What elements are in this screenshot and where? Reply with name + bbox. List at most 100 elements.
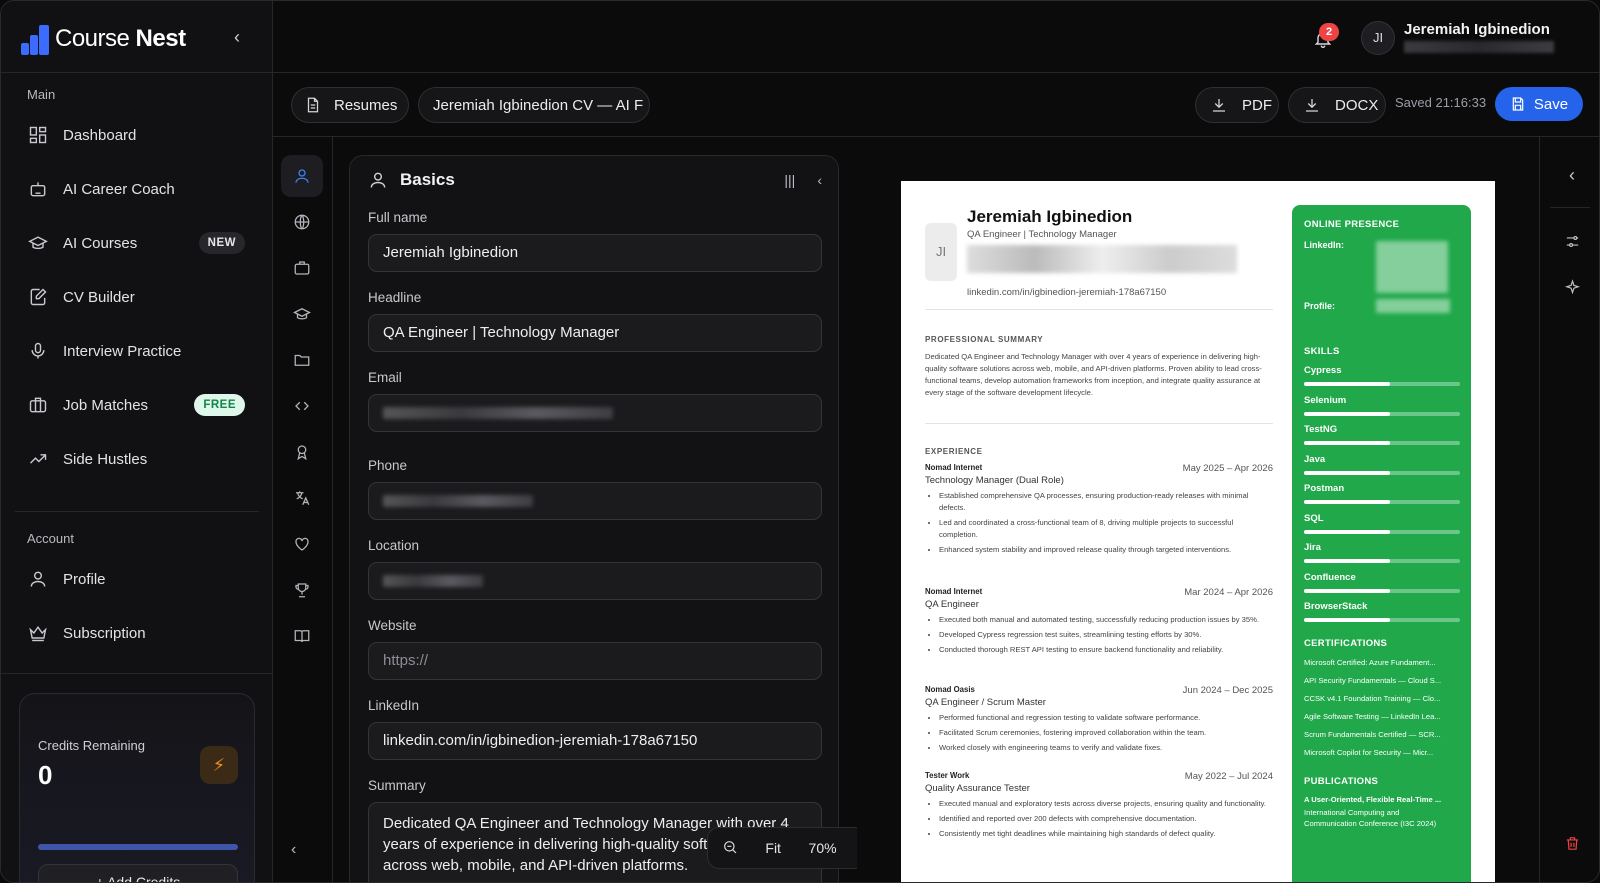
skill-level-bar	[1304, 411, 1460, 416]
panel-title: Basics	[400, 170, 455, 189]
editor-toolbar: Resumes Jeremiah Igbinedion CV — AI F PD…	[273, 73, 1599, 137]
resume-linkedin: linkedin.com/in/igbinedion-jeremiah-178a…	[967, 287, 1167, 298]
user-icon	[27, 568, 49, 590]
redacted-location	[383, 575, 483, 588]
save-button[interactable]: Save	[1495, 87, 1583, 121]
free-badge: FREE	[194, 394, 245, 416]
experience-entry: Nomad Oasis Jun 2024 – Dec 2025 QA Engin…	[925, 685, 1273, 757]
skill-level-fill	[1304, 382, 1390, 386]
rail-basics-button[interactable]	[281, 155, 323, 197]
location-field[interactable]	[368, 562, 822, 600]
rail-education-button[interactable]	[281, 293, 323, 335]
briefcase-icon	[294, 261, 310, 275]
publication-source: International Computing and Communicatio…	[1304, 808, 1437, 828]
rail-certifications-button[interactable]	[281, 431, 323, 473]
skill-level-bar	[1304, 529, 1460, 534]
collapse-panel-icon[interactable]: ‹	[817, 172, 822, 188]
sidebar-item-label: Subscription	[63, 624, 146, 642]
rail-interests-button[interactable]	[281, 523, 323, 565]
credits-card: Credits Remaining 0 ⚡ + Add Credits	[19, 693, 255, 882]
fit-button[interactable]: Fit	[765, 840, 781, 856]
columns-icon[interactable]: |||	[784, 172, 795, 188]
sidebar-item-label: Dashboard	[63, 126, 137, 144]
export-pdf-button[interactable]: PDF	[1195, 87, 1279, 123]
skill-level-bar	[1304, 618, 1460, 622]
phone-field[interactable]	[368, 482, 822, 520]
collapse-preview-button[interactable]: ‹	[1562, 165, 1582, 185]
job-bullet: Executed both manual and automated testi…	[939, 614, 1273, 626]
job-bullet: Performed functional and regression test…	[939, 712, 1273, 724]
sidebar-item-ai-career-coach[interactable]: AI Career Coach	[15, 167, 259, 211]
app-window: Course Nest ‹ Main Dashboard AI Career C…	[0, 0, 1600, 883]
rail-awards-button[interactable]	[281, 569, 323, 611]
collapse-sidebar-button[interactable]: ‹	[227, 27, 247, 47]
sidebar-item-cv-builder[interactable]: CV Builder	[15, 275, 259, 319]
sidebar-item-label: CV Builder	[63, 288, 135, 306]
sidebar-item-dashboard[interactable]: Dashboard	[15, 113, 259, 157]
rail-publications-button[interactable]	[281, 615, 323, 657]
skill-level-fill	[1304, 529, 1390, 534]
top-bar: 2 JI Jeremiah Igbinedion	[273, 1, 1599, 73]
zoom-level: 70%	[808, 840, 837, 856]
sidebar-item-profile[interactable]: Profile	[15, 557, 259, 601]
document-title: Jeremiah Igbinedion CV — AI F	[433, 96, 644, 114]
panel-header: Basics	[368, 170, 455, 190]
pdf-label: PDF	[1242, 96, 1272, 114]
summary-text: Dedicated QA Engineer and Technology Man…	[925, 352, 1262, 397]
full-name-label: Full name	[368, 210, 428, 225]
sidebar: Course Nest ‹ Main Dashboard AI Career C…	[1, 1, 273, 882]
brand-logo[interactable]: Course Nest	[19, 19, 186, 59]
microphone-icon	[27, 340, 49, 362]
rail-languages-button[interactable]	[281, 477, 323, 519]
location-label: Location	[368, 538, 420, 553]
resume-preview-page: JI Jeremiah Igbinedion QA Engineer | Tec…	[901, 181, 1495, 882]
skill-level-bar	[1304, 441, 1460, 445]
skill-item: Jira	[1304, 542, 1460, 563]
folder-icon	[294, 354, 310, 366]
collapse-rail-button[interactable]: ‹	[291, 841, 296, 859]
sidebar-item-side-hustles[interactable]: Side Hustles	[15, 437, 259, 481]
linkedin-field[interactable]: linkedin.com/in/igbinedion-jeremiah-178a…	[368, 722, 822, 760]
rail-skills-button[interactable]	[281, 385, 323, 427]
publications-heading: PUBLICATIONS	[1304, 776, 1379, 787]
skill-level-fill	[1304, 470, 1390, 475]
resumes-button[interactable]: Resumes	[291, 87, 409, 123]
sidebar-item-subscription[interactable]: Subscription	[15, 611, 259, 655]
add-credits-button[interactable]: + Add Credits	[38, 864, 238, 882]
trash-icon[interactable]	[1562, 835, 1582, 855]
user-name[interactable]: Jeremiah Igbinedion	[1404, 21, 1550, 38]
export-docx-button[interactable]: DOCX	[1288, 87, 1386, 123]
email-field[interactable]	[368, 394, 822, 432]
section-rail	[273, 137, 333, 882]
rail-projects-button[interactable]	[281, 339, 323, 381]
website-field[interactable]: https://	[368, 642, 822, 680]
sidebar-item-interview-practice[interactable]: Interview Practice	[15, 329, 259, 373]
translate-icon	[296, 491, 310, 506]
skill-name: TestNG	[1304, 424, 1338, 435]
redacted-email	[383, 407, 613, 420]
avatar[interactable]: JI	[1361, 21, 1395, 55]
full-name-field[interactable]: Jeremiah Igbinedion	[368, 234, 822, 272]
sidebar-item-ai-courses[interactable]: AI Courses NEW	[15, 221, 259, 265]
skill-level-fill	[1304, 588, 1390, 593]
sparkles-icon[interactable]	[1562, 279, 1582, 299]
job-bullet: Consistently met tight deadlines while m…	[939, 828, 1273, 840]
skill-name: Postman	[1304, 483, 1345, 494]
document-title-input[interactable]: Jeremiah Igbinedion CV — AI F	[418, 87, 650, 123]
save-icon	[1512, 97, 1524, 111]
skill-level-bar	[1304, 559, 1460, 563]
headline-field[interactable]: QA Engineer | Technology Manager	[368, 314, 822, 352]
rail-profiles-button[interactable]	[281, 201, 323, 243]
resume-headline: QA Engineer | Technology Manager	[967, 229, 1117, 240]
skill-level-fill	[1304, 618, 1390, 622]
brand-name-part1: Course	[55, 25, 130, 52]
zoom-out-icon[interactable]	[722, 839, 738, 858]
skill-level-fill	[1304, 500, 1390, 504]
redacted-profile	[1376, 299, 1450, 313]
trending-up-icon	[27, 448, 49, 470]
settings-sliders-icon[interactable]	[1562, 233, 1582, 253]
sidebar-item-label: AI Career Coach	[63, 180, 175, 198]
credits-progress-bar	[38, 844, 238, 850]
rail-experience-button[interactable]	[281, 247, 323, 289]
sidebar-item-job-matches[interactable]: Job Matches FREE	[15, 383, 259, 427]
